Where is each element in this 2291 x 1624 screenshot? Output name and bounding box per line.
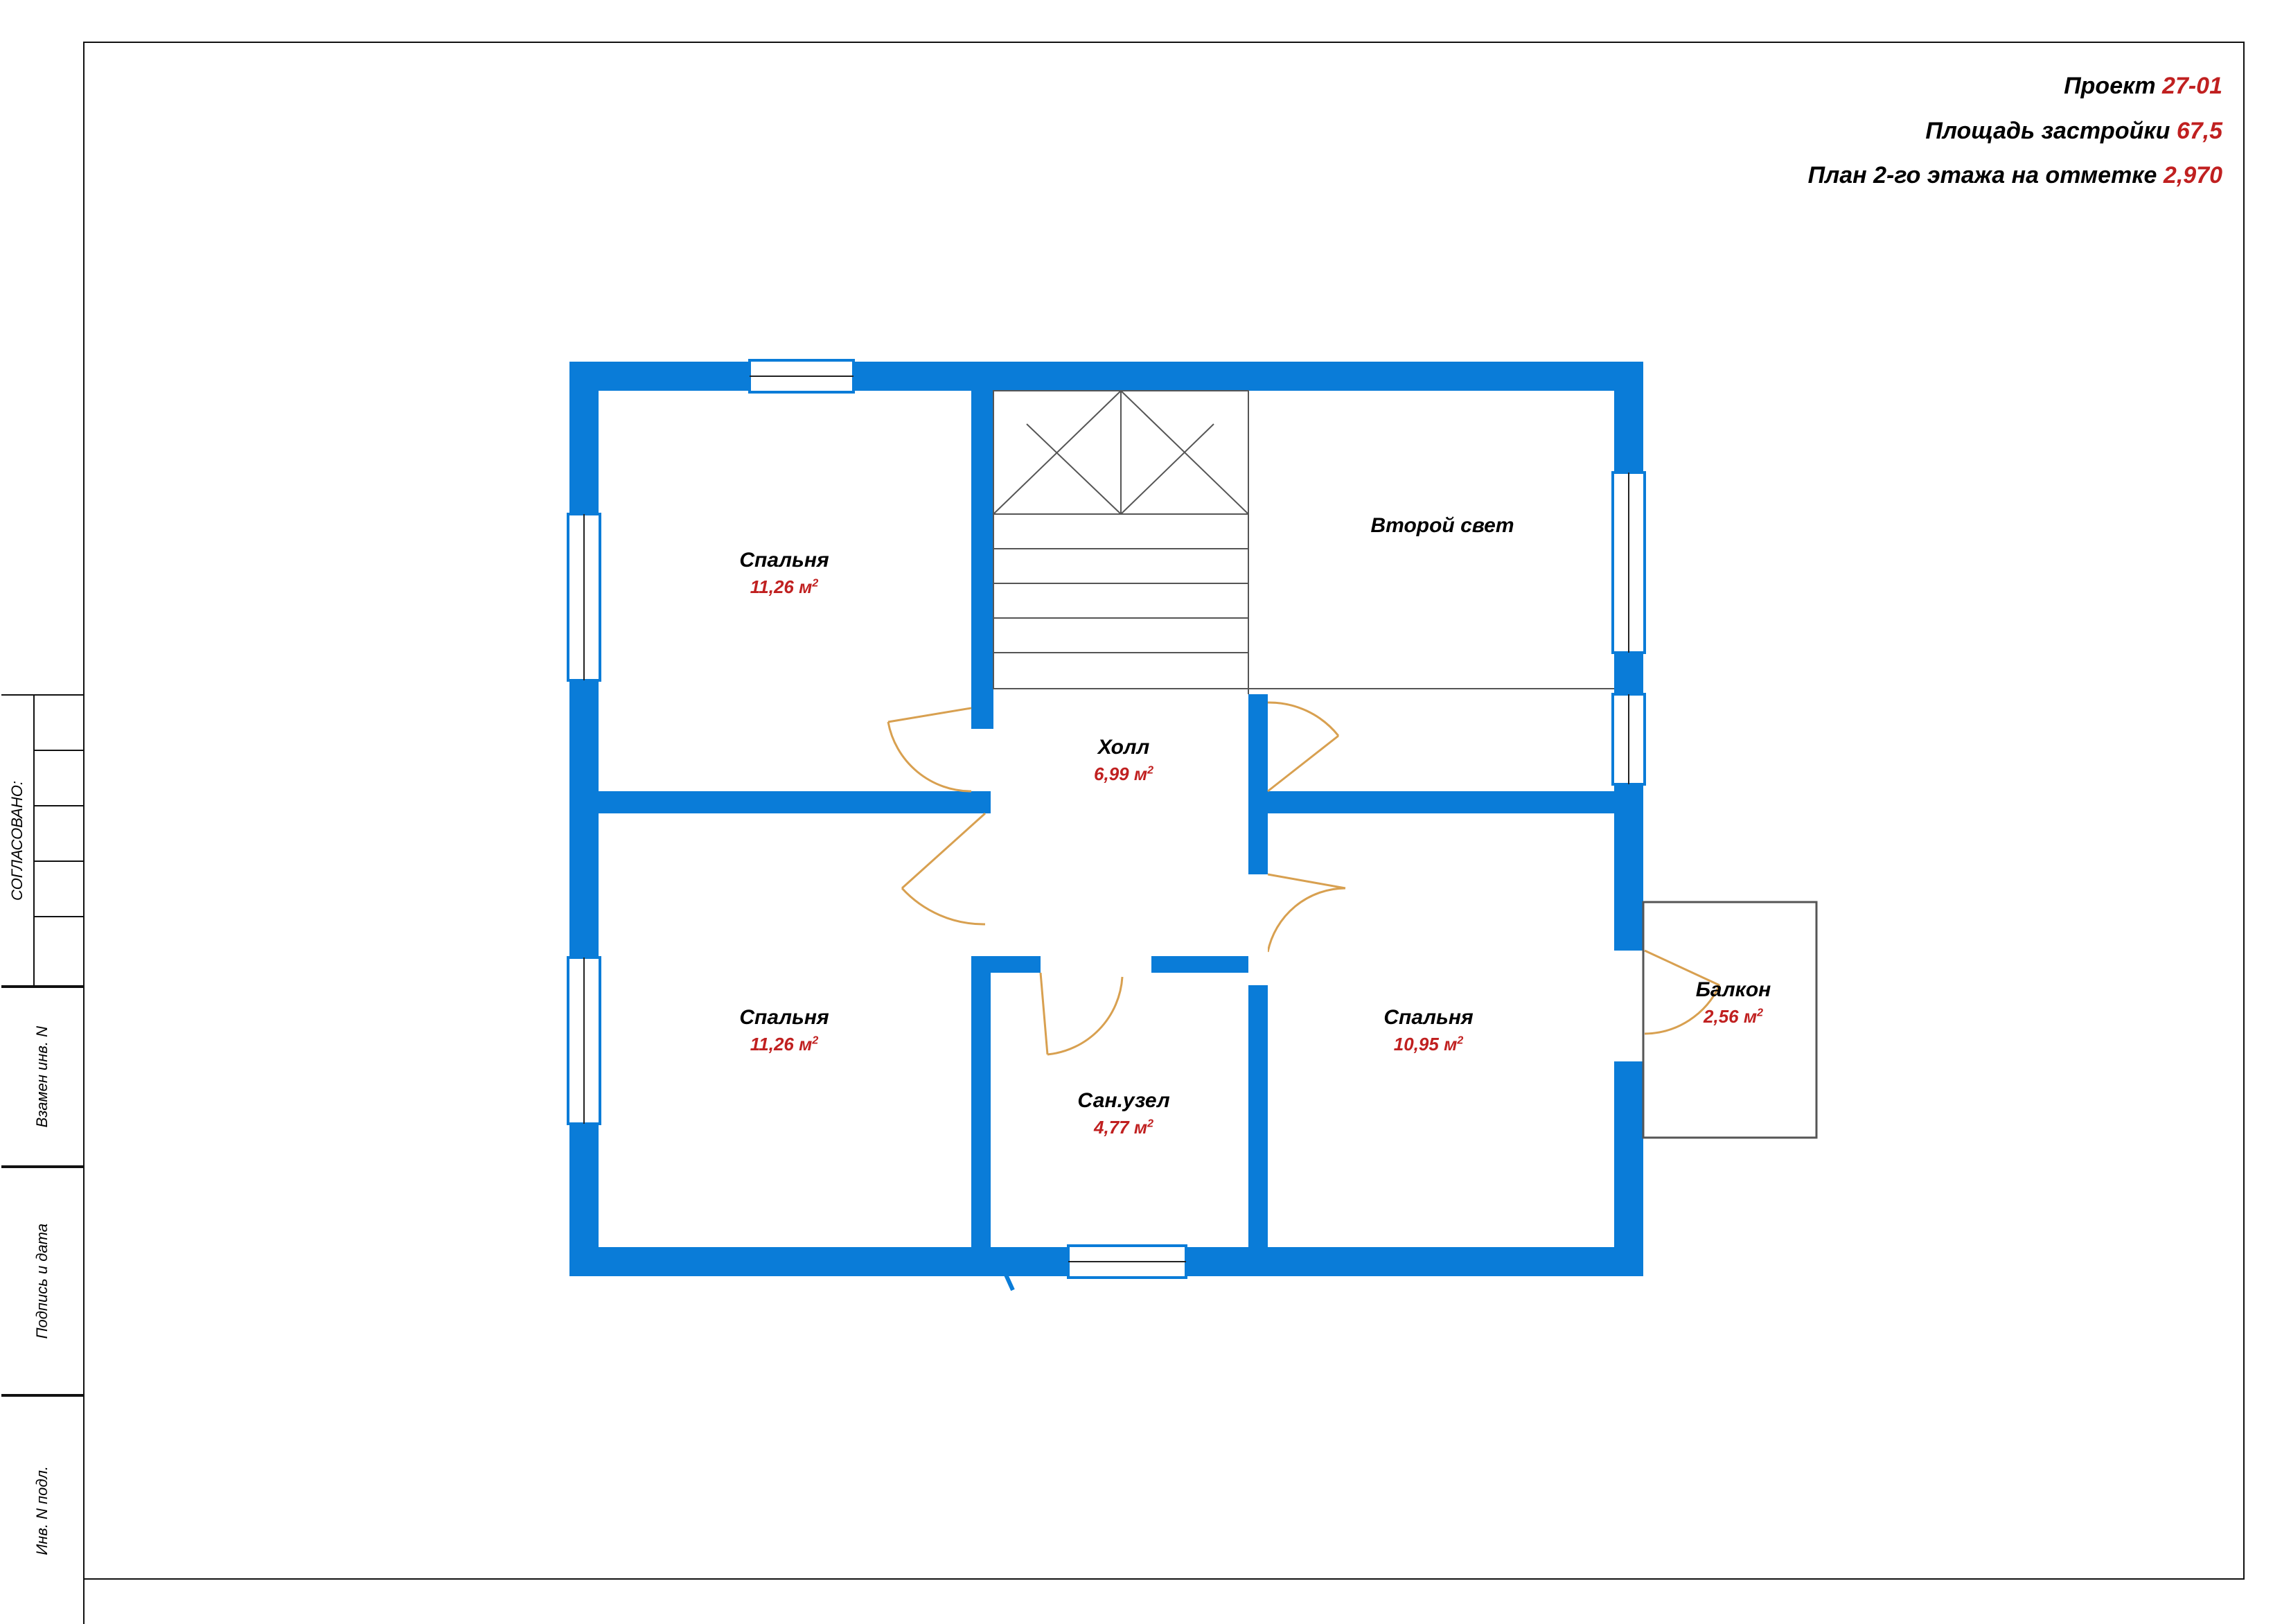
sidebar-soglasovano: СОГЛАСОВАНО: [1,696,35,987]
open-edge [1248,391,1614,694]
sidebar-cells-top [35,696,85,987]
sidebar-cell [35,806,85,862]
drawing-sheet: Проект 27-01 Площадь застройки 67,5 План… [83,42,2245,1580]
break-mark [1006,1275,1013,1290]
label-hall: Холл 6,99 м2 [1047,736,1200,785]
label-second-light: Второй свет [1332,514,1553,538]
sidebar-titleblock: СОГЛАСОВАНО: Взамен инв. N Подпись и дат… [1,694,85,1623]
label-bedroom-br: Спальня 10,95 м2 [1338,1006,1519,1055]
plan-label: План 2-го этажа на отметке [1808,162,2157,188]
project-label: Проект [2064,73,2155,99]
plan-value: 2,970 [2164,162,2222,188]
sidebar-cell [35,751,85,806]
header-block: Проект 27-01 Площадь застройки 67,5 План… [1808,64,2222,198]
doors [888,703,1719,1054]
sidebar-inv: Инв. N подл. [1,1395,85,1624]
windows [568,360,1645,1278]
area-value: 67,5 [2177,118,2222,144]
sidebar-podpis: Подпись и дата [1,1167,85,1395]
area-label: Площадь застройки [1925,118,2170,144]
sidebar-vzamen: Взамен инв. N [1,987,85,1167]
project-value: 27-01 [2162,73,2222,99]
label-bedroom-tl: Спальня 11,26 м2 [694,549,874,598]
staircase [993,391,1248,689]
label-bathroom: Сан.узел 4,77 м2 [1041,1089,1207,1138]
plan-svg [514,320,1844,1429]
floor-plan: Спальня 11,26 м2 Спальня 11,26 м2 Холл 6… [514,320,1844,1429]
sidebar-cell [35,917,85,987]
sidebar-cell [35,862,85,917]
sidebar-cell [35,696,85,751]
label-bedroom-bl: Спальня 11,26 м2 [694,1006,874,1055]
label-balcony: Балкон 2,56 м2 [1664,978,1803,1027]
walls [569,362,1643,1276]
